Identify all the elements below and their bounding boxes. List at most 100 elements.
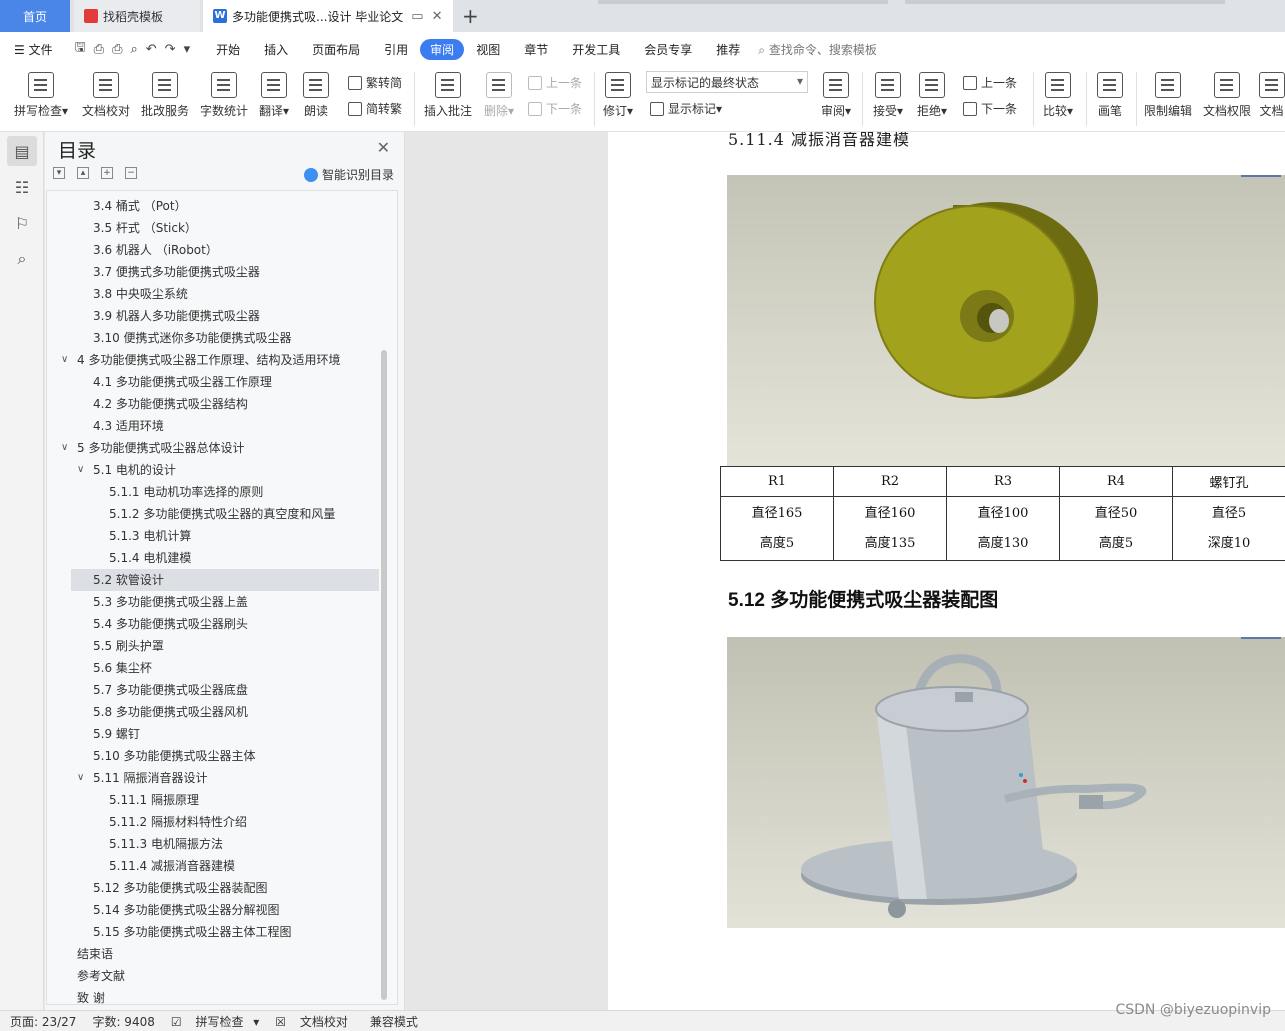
spell-check-button[interactable]: 拼写检查▾ <box>8 68 74 119</box>
toc-item[interactable]: 3.7 便携式多功能便携式吸尘器 <box>71 261 379 283</box>
undo-icon[interactable]: ↶ <box>146 42 157 57</box>
menu-view[interactable]: 视图 <box>464 41 512 58</box>
toc-item[interactable]: ∨ 5.1 电机的设计 <box>71 459 379 481</box>
toc-item[interactable]: 5.14 多功能便携式吸尘器分解视图 <box>71 899 379 921</box>
menu-recommend[interactable]: 推荐 <box>704 41 752 58</box>
toc-item[interactable]: 4.3 适用环境 <box>71 415 379 437</box>
toc-item[interactable]: 5.4 多功能便携式吸尘器刷头 <box>71 613 379 635</box>
remove-heading-icon[interactable]: − <box>125 167 137 179</box>
toc-item[interactable]: 3.9 机器人多功能便携式吸尘器 <box>71 305 379 327</box>
prev-comment-button[interactable]: 上一条 <box>528 74 582 91</box>
toc-icon[interactable]: ▤ <box>7 136 37 166</box>
menu-reference[interactable]: 引用 <box>372 41 420 58</box>
close-icon[interactable]: ✕ <box>377 138 390 157</box>
proofread-button[interactable]: 文档校对 <box>78 68 134 119</box>
toc-item[interactable]: 5.11.1 隔振原理 <box>71 789 379 811</box>
toc-item[interactable]: 5.11.2 隔振材料特性介绍 <box>71 811 379 833</box>
toc-item[interactable]: 结束语 <box>71 943 379 965</box>
collapse-all-icon[interactable]: ▾ <box>53 167 65 179</box>
menu-section[interactable]: 章节 <box>512 41 560 58</box>
toc-item[interactable]: 5.11.4 减振消音器建模 <box>71 855 379 877</box>
toc-item[interactable]: 3.4 桶式 （Pot） <box>71 195 379 217</box>
preview-icon[interactable]: ⌕ <box>130 42 137 57</box>
toc-item[interactable]: ∨ 5.11 隔振消音器设计 <box>71 767 379 789</box>
toc-item[interactable]: 5.1.3 电机计算 <box>71 525 379 547</box>
menu-devtools[interactable]: 开发工具 <box>560 41 632 58</box>
doc-rights-button[interactable]: 文档权限 <box>1199 68 1255 119</box>
outline-icon[interactable]: ☷ <box>7 172 37 202</box>
toc-item[interactable]: 5.9 螺钉 <box>71 723 379 745</box>
markup-state-select[interactable]: 显示标记的最终状态 <box>646 71 808 93</box>
toc-item[interactable]: 5.11.3 电机隔振方法 <box>71 833 379 855</box>
command-search[interactable]: ⌕ 查找命令、搜索模板 <box>758 41 877 58</box>
toc-item[interactable]: 5.3 多功能便携式吸尘器上盖 <box>71 591 379 613</box>
delete-comment-button[interactable]: 删除▾ <box>480 68 518 119</box>
expand-up-icon[interactable]: ▴ <box>77 167 89 179</box>
toc-item[interactable]: 5.12 多功能便携式吸尘器装配图 <box>71 877 379 899</box>
toc-item[interactable]: 4.2 多功能便携式吸尘器结构 <box>71 393 379 415</box>
close-icon[interactable]: ✕ <box>432 9 443 24</box>
search-icon[interactable]: ⌕ <box>7 244 37 274</box>
bookmark-icon[interactable]: ⚐ <box>7 208 37 238</box>
toc-item[interactable]: ∨ 4 多功能便携式吸尘器工作原理、结构及适用环境 <box>61 349 379 371</box>
chevron-down-icon[interactable]: ∨ <box>77 767 84 789</box>
pen-button[interactable]: 画笔 <box>1090 68 1130 119</box>
tab-home[interactable]: 首页 <box>0 0 70 32</box>
redo-icon[interactable]: ↷ <box>165 42 176 57</box>
word-count-button[interactable]: 字数统计 <box>196 68 252 119</box>
toc-item[interactable]: 5.10 多功能便携式吸尘器主体 <box>71 745 379 767</box>
menu-layout[interactable]: 页面布局 <box>300 41 372 58</box>
smart-toc-button[interactable]: 智能识别目录 <box>303 166 394 183</box>
export-icon[interactable]: ⎙ <box>94 42 104 57</box>
toc-item[interactable]: ∨ 5 多功能便携式吸尘器总体设计 <box>61 437 379 459</box>
tab-template[interactable]: 找稻壳模板 <box>74 0 200 32</box>
toc-item[interactable]: 5.5 刷头护罩 <box>71 635 379 657</box>
file-menu[interactable]: ☰ 文件 <box>0 41 65 58</box>
review-service-button[interactable]: 批改服务 <box>137 68 193 119</box>
status-spell-check[interactable]: ☑ 拼写检查 ▾ <box>171 1013 259 1030</box>
toc-item[interactable]: 5.1.2 多功能便携式吸尘器的真空度和风量 <box>71 503 379 525</box>
simp-to-trad-button[interactable]: 简转繁 <box>348 100 402 117</box>
toc-item[interactable]: 5.8 多功能便携式吸尘器风机 <box>71 701 379 723</box>
menu-review[interactable]: 审阅 <box>420 38 465 60</box>
next-comment-button[interactable]: 下一条 <box>528 100 582 117</box>
next-change-button[interactable]: 下一条 <box>963 100 1017 117</box>
reject-button[interactable]: 拒绝▾ <box>912 68 952 119</box>
toc-item[interactable]: 4.1 多功能便携式吸尘器工作原理 <box>71 371 379 393</box>
accept-button[interactable]: 接受▾ <box>868 68 908 119</box>
chevron-down-icon[interactable]: ∨ <box>61 437 68 459</box>
more-icon[interactable]: ▾ <box>184 42 191 57</box>
track-changes-button[interactable]: 修订▾ <box>598 68 638 119</box>
chevron-down-icon[interactable]: ∨ <box>61 349 68 371</box>
new-tab-button[interactable]: + <box>462 4 479 28</box>
page-indicator[interactable]: 页面: 23/27 <box>10 1013 76 1030</box>
toc-item[interactable]: 3.6 机器人 （iRobot） <box>71 239 379 261</box>
doc-more-button[interactable]: 文档 <box>1258 68 1285 119</box>
menu-start[interactable]: 开始 <box>204 41 252 58</box>
translate-button[interactable]: 翻译▾ <box>255 68 293 119</box>
toc-item[interactable]: 3.8 中央吸尘系统 <box>71 283 379 305</box>
print-icon[interactable]: ⎙ <box>112 42 122 57</box>
compare-button[interactable]: 比较▾ <box>1038 68 1078 119</box>
add-heading-icon[interactable]: + <box>101 167 113 179</box>
show-markup-button[interactable]: 显示标记 ▾ <box>650 100 722 117</box>
toc-item[interactable]: 5.6 集尘杯 <box>71 657 379 679</box>
tab-document[interactable]: W 多功能便携式吸...设计 毕业论文 ▭ ✕ <box>203 0 453 32</box>
review-pane-button[interactable]: 审阅▾ <box>816 68 856 119</box>
read-aloud-button[interactable]: 朗读 <box>297 68 335 119</box>
save-icon[interactable]: 🖫 <box>75 38 86 60</box>
toc-item[interactable]: 5.7 多功能便携式吸尘器底盘 <box>71 679 379 701</box>
toc-scrollbar[interactable] <box>381 350 387 1000</box>
toc-item[interactable]: 5.1.1 电动机功率选择的原则 <box>71 481 379 503</box>
toc-item[interactable]: 5.2 软管设计 <box>71 569 379 591</box>
toc-item[interactable]: 3.10 便携式迷你多功能便携式吸尘器 <box>71 327 379 349</box>
toc-item[interactable]: 3.5 杆式 （Stick） <box>71 217 379 239</box>
window-icon[interactable]: ▭ <box>411 9 423 24</box>
chevron-down-icon[interactable]: ∨ <box>77 459 84 481</box>
toc-item[interactable]: 5.15 多功能便携式吸尘器主体工程图 <box>71 921 379 943</box>
status-proofread[interactable]: ☒ 文档校对 <box>275 1013 354 1030</box>
word-count-indicator[interactable]: 字数: 9408 <box>92 1013 154 1030</box>
insert-comment-button[interactable]: 插入批注 <box>420 68 476 119</box>
toc-item[interactable]: 致 谢 <box>71 987 379 1004</box>
menu-insert[interactable]: 插入 <box>252 41 300 58</box>
